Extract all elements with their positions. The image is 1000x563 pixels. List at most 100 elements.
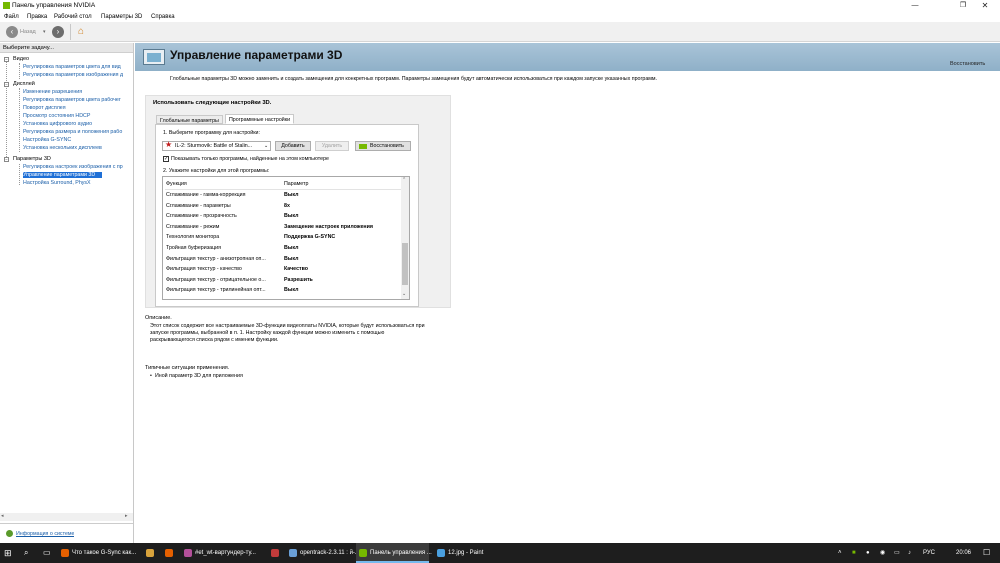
nvidia-icon bbox=[359, 144, 367, 149]
bullet-icon: • bbox=[150, 373, 152, 379]
app-icon bbox=[271, 549, 279, 557]
menu-file[interactable]: Файл bbox=[4, 14, 19, 20]
show-only-checkbox[interactable]: ✓ bbox=[163, 156, 169, 162]
back-label[interactable]: Назад bbox=[20, 29, 36, 35]
home-icon[interactable]: ⌂ bbox=[74, 25, 88, 38]
tray-steam-icon[interactable]: ◉ bbox=[880, 543, 888, 563]
menu-help[interactable]: Справка bbox=[151, 14, 175, 20]
tab-program[interactable]: Программные настройки bbox=[225, 114, 295, 124]
chat-app-icon bbox=[184, 549, 192, 557]
chevron-down-icon: ⌄ bbox=[264, 143, 269, 149]
table-row[interactable]: Фильтрация текстур - трилинейная опт... В… bbox=[166, 287, 402, 298]
menu-edit[interactable]: Правка bbox=[27, 14, 47, 20]
tree-category-display[interactable]: Дисплей bbox=[13, 81, 35, 87]
scrollbar-thumb[interactable] bbox=[402, 243, 408, 285]
tray-nvidia-icon[interactable]: ■ bbox=[852, 543, 860, 563]
tree-item[interactable]: Регулировка параметров цвета для вид bbox=[23, 64, 133, 70]
task-panel-header: Выберите задачу... bbox=[0, 43, 133, 53]
taskbar-app-explorer[interactable] bbox=[143, 543, 157, 563]
menu-3d-settings[interactable]: Параметры 3D bbox=[101, 14, 142, 20]
windows-start-icon[interactable]: ⊞ bbox=[4, 543, 16, 563]
menu-desktop[interactable]: Рабочий стол bbox=[54, 14, 92, 20]
settings-list: Функция Параметр Сглаживание - гамма-кор… bbox=[162, 176, 410, 300]
tree-category-3d[interactable]: Параметры 3D bbox=[13, 156, 51, 162]
description-header: Описание. bbox=[145, 315, 172, 321]
tree-item-selected[interactable]: Управление параметрами 3D bbox=[23, 171, 102, 178]
tree-item[interactable]: Установка цифрового аудио bbox=[23, 121, 133, 127]
table-row[interactable]: Сглаживание - режим Замещение настроек пр… bbox=[166, 224, 402, 235]
program-select[interactable]: ★ IL-2: Sturmovik: Battle of Stalin... ⌄ bbox=[162, 141, 271, 151]
nvidia-app-icon bbox=[3, 2, 10, 9]
horizontal-scrollbar[interactable]: ◂ ▸ bbox=[0, 513, 133, 521]
minimize-icon[interactable]: — bbox=[900, 0, 930, 12]
close-icon[interactable]: ✕ bbox=[970, 0, 1000, 12]
taskbar-app-opentrack[interactable]: opentrack-2.3.11 : й-... bbox=[286, 543, 360, 563]
collapse-icon[interactable]: − bbox=[4, 157, 9, 162]
tree-item[interactable]: Регулировка параметров изображения д bbox=[23, 72, 133, 78]
table-row[interactable]: Фильтрация текстур - анизотропная оп... В… bbox=[166, 256, 402, 267]
network-icon[interactable]: ▭ bbox=[894, 543, 902, 563]
remove-button[interactable]: Удалить bbox=[315, 141, 349, 151]
table-row[interactable]: Фильтрация текстур - отрицательное о... Р… bbox=[166, 277, 402, 288]
forward-arrow-icon[interactable]: › bbox=[52, 26, 64, 38]
scroll-right-icon[interactable]: ▸ bbox=[125, 513, 128, 519]
collapse-icon[interactable]: − bbox=[4, 82, 9, 87]
scroll-left-icon[interactable]: ◂ bbox=[1, 513, 4, 519]
tree-category-video[interactable]: Видео bbox=[13, 56, 29, 62]
tab-global[interactable]: Глобальные параметры bbox=[156, 115, 223, 124]
scroll-up-icon[interactable]: ⌃ bbox=[402, 177, 406, 183]
table-row[interactable]: Тройная буферизация Выкл bbox=[166, 245, 402, 256]
tray-chevron-icon[interactable]: ˄ bbox=[838, 543, 846, 563]
toolbar: ‹ Назад ▾ › ⌂ bbox=[0, 22, 1000, 42]
taskbar: ⊞ ⌕ ▭ Что такое G-Sync как... #et_wt-вар… bbox=[0, 543, 1000, 563]
table-row[interactable]: Фильтрация текстур - качество Качество bbox=[166, 266, 402, 277]
restore-defaults-link[interactable]: Восстановить bbox=[950, 61, 985, 67]
step1-label: 1. Выберите программу для настройки: bbox=[163, 130, 260, 136]
header-feature: Функция bbox=[166, 181, 187, 187]
tree-line bbox=[6, 61, 7, 161]
intro-text: Глобальные параметры 3D можно заменить и… bbox=[170, 76, 658, 82]
table-row[interactable]: Сглаживание - прозрачность Выкл bbox=[166, 213, 402, 224]
clock[interactable]: 20:06 bbox=[956, 543, 972, 563]
notifications-icon[interactable]: ☐ bbox=[983, 543, 995, 563]
taskbar-app-firefox[interactable]: Что такое G-Sync как... bbox=[58, 543, 138, 563]
main-content: Управление параметрами 3D Восстановить Г… bbox=[135, 43, 1000, 543]
table-row[interactable]: Технология монитора Поддержка G-SYNC bbox=[166, 234, 402, 245]
tree-item[interactable]: Настройка Surround, PhysX bbox=[23, 180, 133, 186]
taskbar-app-other[interactable] bbox=[268, 543, 282, 563]
tree-item[interactable]: Просмотр состояния HDCP bbox=[23, 113, 133, 119]
table-row[interactable]: Сглаживание - гамма-коррекция Выкл bbox=[166, 192, 402, 203]
add-button[interactable]: Добавить bbox=[275, 141, 311, 151]
language-indicator[interactable]: РУС bbox=[923, 543, 939, 563]
tree-item[interactable]: Поворот дисплея bbox=[23, 105, 133, 111]
history-dropdown-icon[interactable]: ▾ bbox=[43, 29, 46, 35]
restore-button[interactable]: Восстановить bbox=[355, 141, 411, 151]
nvidia-icon bbox=[359, 549, 367, 557]
volume-icon[interactable]: ♪ bbox=[908, 543, 916, 563]
task-view-icon[interactable]: ▭ bbox=[43, 543, 53, 563]
toolbar-divider bbox=[70, 24, 71, 40]
tree-item[interactable]: Установка нескольких дисплеев bbox=[23, 145, 133, 151]
tree-item[interactable]: Регулировка настроек изображения с пр bbox=[23, 164, 133, 170]
collapse-icon[interactable]: − bbox=[4, 57, 9, 62]
tree-item[interactable]: Регулировка параметров цвета рабочег bbox=[23, 97, 133, 103]
back-arrow-icon[interactable]: ‹ bbox=[6, 26, 18, 38]
tree-item[interactable]: Изменение разрешения bbox=[23, 89, 133, 95]
system-info-link[interactable]: Информация о системе bbox=[16, 531, 74, 537]
scroll-down-icon[interactable]: ⌄ bbox=[402, 291, 406, 297]
taskbar-app-browser[interactable] bbox=[162, 543, 176, 563]
description-line: запуске программы, выбранной в п. 1. Нас… bbox=[150, 330, 385, 336]
taskbar-app-paint[interactable]: 12.jpg - Paint bbox=[434, 543, 494, 563]
firefox-icon bbox=[61, 549, 69, 557]
tree-line bbox=[19, 164, 20, 185]
typical-item: Иной параметр 3D для приложения bbox=[155, 373, 243, 379]
tree-item[interactable]: Настройка G-SYNC bbox=[23, 137, 133, 143]
table-row[interactable]: Сглаживание - параметры 8x bbox=[166, 203, 402, 214]
vertical-scrollbar[interactable]: ⌃ ⌄ bbox=[401, 177, 409, 299]
tray-app-icon[interactable]: ● bbox=[866, 543, 874, 563]
taskbar-app-discord[interactable]: #et_wt-вартундер-ту... bbox=[181, 543, 264, 563]
tree-item[interactable]: Регулировка размера и положения рабо bbox=[23, 129, 133, 135]
search-icon[interactable]: ⌕ bbox=[24, 543, 34, 563]
taskbar-app-nvidia[interactable]: Панель управления ... bbox=[356, 543, 432, 563]
tree-line bbox=[19, 88, 20, 152]
